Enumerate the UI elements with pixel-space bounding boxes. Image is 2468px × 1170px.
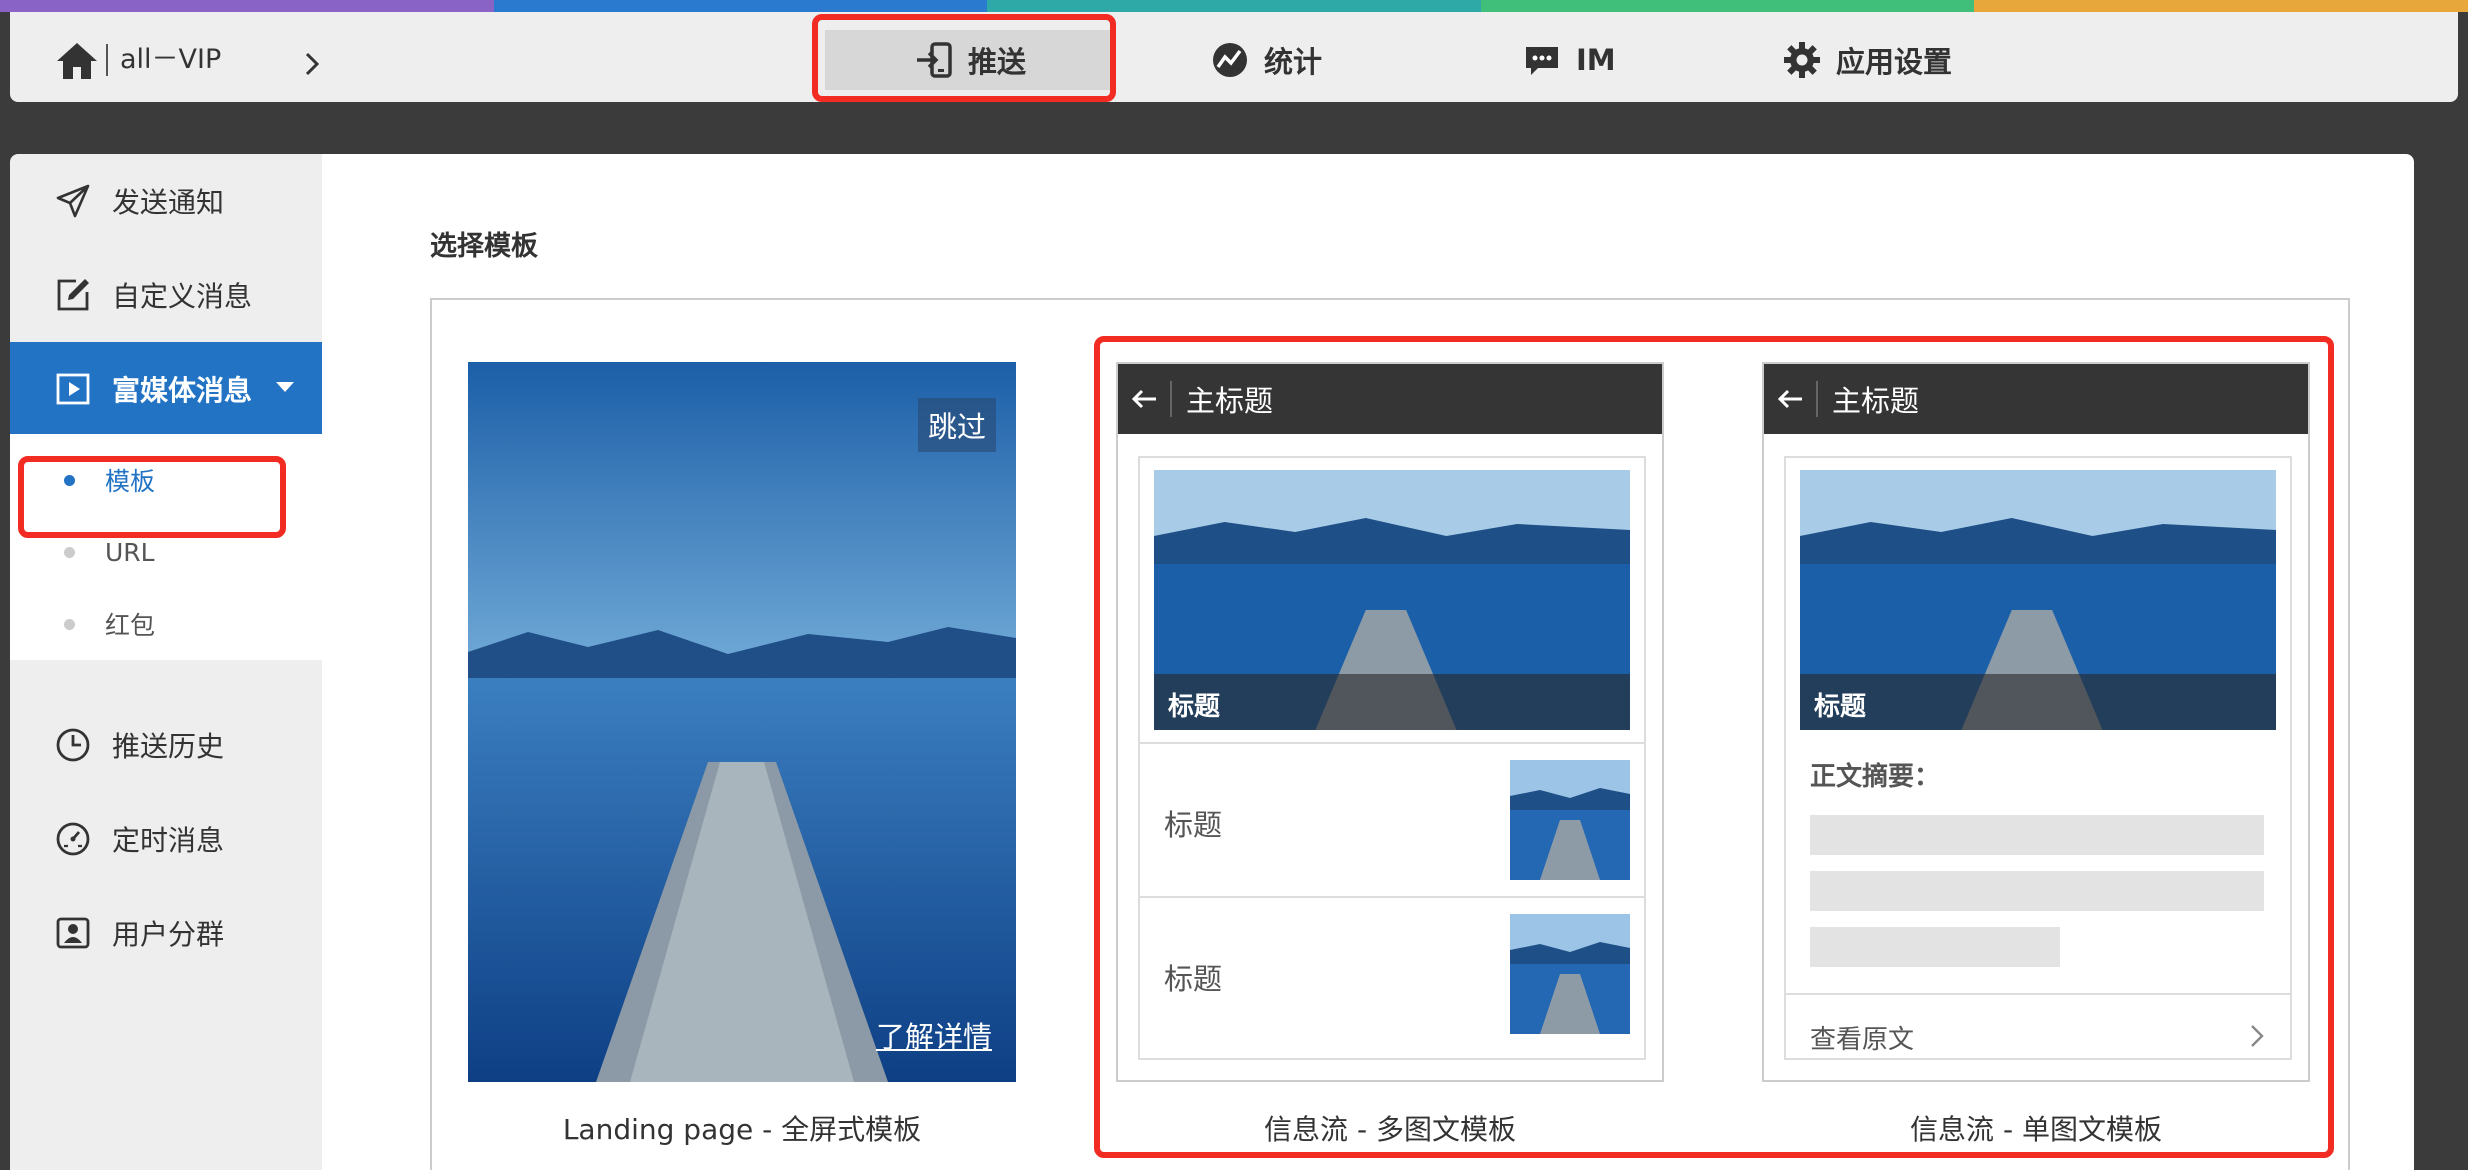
timer-icon: [56, 822, 90, 856]
hero-caption: 标题: [1154, 674, 1630, 730]
submenu-item-template[interactable]: 模板: [64, 460, 155, 500]
submenu-item-label: 模板: [105, 467, 156, 496]
template-card-multi-feed[interactable]: 主标题 标题 标题 标题: [1116, 362, 1664, 1082]
read-original-label: 查看原文: [1810, 1025, 1915, 1055]
stats-icon: [1213, 43, 1247, 77]
sidebar-item-user-segments[interactable]: 用户分群: [10, 886, 322, 980]
hero-image: 标题: [1800, 470, 2276, 730]
article-preview: 标题 正文摘要： 查看原文: [1784, 456, 2292, 1060]
sidebar-submenu: 模板 URL 红包: [10, 434, 322, 660]
hero-image: 标题: [1154, 470, 1630, 730]
skip-button: 跳过: [917, 398, 996, 452]
stripe-segment: [1974, 0, 2468, 12]
play-icon: [56, 373, 90, 405]
breadcrumb-divider: [106, 44, 108, 76]
edit-icon: [57, 279, 89, 311]
list-item: 标题: [1140, 742, 1644, 896]
user-group-icon: [56, 917, 90, 949]
phone-header: 主标题: [1118, 364, 1662, 434]
template-name[interactable]: Landing page - 全屏式模板: [462, 1108, 1022, 1148]
template-name[interactable]: 信息流 - 单图文模板: [1756, 1108, 2316, 1148]
chevron-right-icon[interactable]: [292, 44, 332, 84]
submenu-item-label: 红包: [105, 611, 156, 640]
submenu-item-label: URL: [105, 537, 155, 567]
list-item-title: 标题: [1164, 962, 1223, 996]
sidebar-item-label: 定时消息: [112, 824, 225, 857]
sidebar-item-label: 推送历史: [112, 730, 225, 763]
section-title: 选择模板: [430, 231, 538, 262]
read-original-row: 查看原文: [1786, 993, 2290, 1079]
nav-tab-label: IM: [1576, 43, 1616, 77]
thumbnail-image: [1510, 914, 1630, 1034]
clock-icon: [56, 728, 90, 762]
sidebar-item-label: 自定义消息: [112, 280, 253, 313]
top-navbar: all－VIP 推送 统计 IM 应用设置: [10, 12, 2458, 102]
caret-down-icon[interactable]: [276, 382, 294, 392]
phone-header-title: 主标题: [1186, 384, 1274, 418]
main-content: 选择模板 跳过 了解详情 Landing page - 全屏式模板 主标题 标题…: [322, 154, 2414, 1170]
home-icon[interactable]: [54, 40, 100, 82]
nav-tab-label: 统计: [1264, 45, 1323, 79]
bullet-icon: [64, 546, 75, 558]
summary-label: 正文摘要：: [1810, 762, 1941, 792]
nav-tab-push[interactable]: 推送: [825, 30, 1115, 90]
nav-tab-settings[interactable]: 应用设置: [1782, 30, 1952, 90]
nav-tab-label: 应用设置: [1836, 45, 1953, 79]
back-arrow-icon: [1764, 385, 1816, 413]
push-icon: [916, 42, 952, 78]
back-arrow-icon: [1118, 385, 1170, 413]
chevron-right-icon: [2251, 1025, 2264, 1047]
stripe-segment: [1480, 0, 1975, 12]
sidebar-item-scheduled[interactable]: 定时消息: [10, 792, 322, 886]
sidebar: 发送通知 自定义消息 富媒体消息 模板 URL 红包 推送历史 定时消息 用户分…: [10, 154, 322, 1170]
phone-header: 主标题: [1764, 364, 2308, 434]
sidebar-item-custom-message[interactable]: 自定义消息: [10, 248, 322, 342]
gear-icon: [1784, 42, 1820, 78]
stripe-segment: [0, 0, 494, 12]
nav-tab-label: 推送: [967, 45, 1026, 79]
stripe-segment: [987, 0, 1481, 12]
sidebar-item-send-notification[interactable]: 发送通知: [10, 154, 322, 248]
sidebar-item-label: 富媒体消息: [112, 374, 253, 407]
bullet-icon: [64, 618, 75, 630]
bullet-icon: [64, 474, 75, 486]
hero-caption: 标题: [1800, 674, 2276, 730]
app-name[interactable]: all－VIP: [120, 40, 221, 80]
header-divider: [1816, 381, 1818, 417]
nav-tab-stats[interactable]: 统计: [1210, 30, 1322, 90]
submenu-item-url[interactable]: URL: [64, 532, 155, 572]
template-name[interactable]: 信息流 - 多图文模板: [1110, 1108, 1670, 1148]
list-item-title: 标题: [1164, 808, 1223, 842]
sidebar-item-label: 用户分群: [112, 918, 225, 951]
sidebar-item-push-history[interactable]: 推送历史: [10, 698, 322, 792]
template-card-landing[interactable]: 跳过 了解详情: [468, 362, 1016, 1082]
sidebar-item-label: 发送通知: [112, 186, 225, 219]
header-divider: [1170, 381, 1172, 417]
template-card-single-feed[interactable]: 主标题 标题 正文摘要： 查看原文: [1762, 362, 2310, 1082]
placeholder-line: [1810, 927, 2060, 967]
placeholder-line: [1810, 815, 2264, 855]
sidebar-item-rich-media[interactable]: 富媒体消息: [10, 342, 322, 436]
feed-list: 标题 标题 标题: [1138, 456, 1646, 1060]
nav-tab-im[interactable]: IM: [1522, 30, 1616, 90]
stripe-segment: [493, 0, 988, 12]
submenu-item-red-packet[interactable]: 红包: [64, 604, 155, 644]
phone-header-title: 主标题: [1832, 384, 1920, 418]
chat-icon: [1526, 47, 1558, 75]
learn-more-link: 了解详情: [875, 1020, 992, 1054]
thumbnail-image: [1510, 760, 1630, 880]
top-color-stripe: [0, 0, 2468, 12]
scenery-image: [468, 362, 1016, 1082]
send-icon: [56, 184, 90, 218]
list-item: 标题: [1140, 896, 1644, 1050]
template-picker: 跳过 了解详情 Landing page - 全屏式模板 主标题 标题 标题 标…: [430, 298, 2350, 1170]
placeholder-line: [1810, 871, 2264, 911]
